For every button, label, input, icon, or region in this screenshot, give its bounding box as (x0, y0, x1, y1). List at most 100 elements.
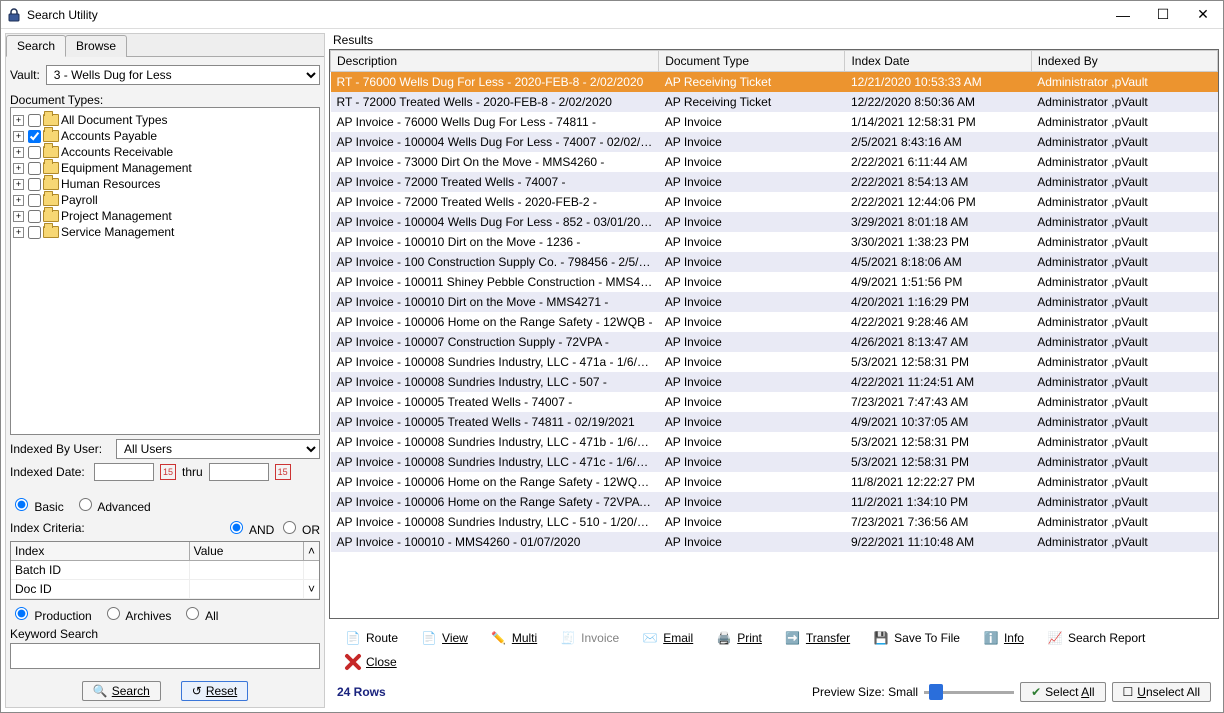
tab-search[interactable]: Search (6, 35, 66, 57)
save-to-file-button[interactable]: 💾 Save To File (863, 626, 969, 650)
table-row[interactable]: AP Invoice - 100004 Wells Dug For Less -… (331, 212, 1218, 232)
table-row[interactable]: AP Invoice - 100 Construction Supply Co.… (331, 252, 1218, 272)
expand-icon[interactable]: + (13, 179, 24, 190)
cell-indexedby: Administrator ,pVault (1031, 272, 1217, 292)
calendar-icon[interactable]: 15 (275, 464, 291, 480)
col-indexed-by[interactable]: Indexed By (1031, 51, 1217, 72)
expand-icon[interactable]: + (13, 163, 24, 174)
criteria-row[interactable]: Batch ID (11, 561, 319, 580)
expand-icon[interactable]: + (13, 131, 24, 142)
vault-select[interactable]: 3 - Wells Dug for Less (46, 65, 320, 85)
col-document-type[interactable]: Document Type (659, 51, 845, 72)
window-close[interactable]: ✕ (1183, 2, 1223, 28)
criteria-row[interactable]: Doc ID˅ (11, 580, 319, 599)
table-row[interactable]: RT - 72000 Treated Wells - 2020-FEB-8 - … (331, 92, 1218, 112)
search-report-button[interactable]: 📈 Search Report (1037, 626, 1154, 650)
radio-and[interactable]: AND (225, 523, 274, 537)
criteria-header-value: Value (190, 542, 303, 560)
tree-checkbox[interactable] (28, 226, 41, 239)
preview-size-slider[interactable] (924, 691, 1014, 694)
reset-button[interactable]: ↺ Reset (181, 681, 248, 701)
view-button[interactable]: 📄 View (411, 626, 477, 650)
table-row[interactable]: AP Invoice - 100010 Dirt on the Move - M… (331, 292, 1218, 312)
tree-item[interactable]: +Payroll (13, 192, 317, 208)
index-criteria-grid[interactable]: Index Value ˄ Batch IDDoc ID˅ (10, 541, 320, 600)
indexed-date-from[interactable] (94, 463, 154, 481)
expand-icon[interactable]: + (13, 195, 24, 206)
indexed-by-user-select[interactable]: All Users (116, 439, 320, 459)
tree-item[interactable]: +Human Resources (13, 176, 317, 192)
invoice-button[interactable]: 🧾 Invoice (550, 626, 628, 650)
table-row[interactable]: AP Invoice - 72000 Treated Wells - 2020-… (331, 192, 1218, 212)
tree-checkbox[interactable] (28, 210, 41, 223)
table-row[interactable]: AP Invoice - 100006 Home on the Range Sa… (331, 492, 1218, 512)
tree-item[interactable]: +Accounts Payable (13, 128, 317, 144)
transfer-button[interactable]: ➡️ Transfer (775, 626, 859, 650)
table-row[interactable]: AP Invoice - 100007 Construction Supply … (331, 332, 1218, 352)
table-row[interactable]: AP Invoice - 73000 Dirt On the Move - MM… (331, 152, 1218, 172)
multi-button[interactable]: ✏️ Multi (481, 626, 546, 650)
chevron-down-icon[interactable]: ˅ (303, 580, 319, 598)
tree-item[interactable]: +Accounts Receivable (13, 144, 317, 160)
col-index-date[interactable]: Index Date (845, 51, 1031, 72)
chevron-up-icon[interactable]: ˄ (303, 542, 319, 560)
expand-icon[interactable]: + (13, 147, 24, 158)
search-button[interactable]: 🔍 Search (82, 681, 161, 701)
route-button[interactable]: 📄 Route (335, 626, 407, 650)
radio-all[interactable]: All (181, 604, 218, 623)
radio-or[interactable]: OR (278, 523, 320, 537)
table-row[interactable]: AP Invoice - 100004 Wells Dug For Less -… (331, 132, 1218, 152)
tree-checkbox[interactable] (28, 194, 41, 207)
tree-item[interactable]: +Equipment Management (13, 160, 317, 176)
table-row[interactable]: AP Invoice - 100006 Home on the Range Sa… (331, 312, 1218, 332)
radio-production[interactable]: Production (10, 604, 92, 623)
info-button[interactable]: ℹ️ Info (973, 626, 1033, 650)
window-minimize[interactable]: — (1103, 2, 1143, 28)
indexed-date-to[interactable] (209, 463, 269, 481)
table-row[interactable]: AP Invoice - 100008 Sundries Industry, L… (331, 512, 1218, 532)
tree-checkbox[interactable] (28, 146, 41, 159)
expand-icon[interactable]: + (13, 211, 24, 222)
window-maximize[interactable]: ☐ (1143, 2, 1183, 28)
table-row[interactable]: AP Invoice - 76000 Wells Dug For Less - … (331, 112, 1218, 132)
tree-checkbox[interactable] (28, 162, 41, 175)
tree-checkbox[interactable] (28, 178, 41, 191)
close-button[interactable]: Close (335, 650, 406, 674)
expand-icon[interactable]: + (13, 227, 24, 238)
radio-basic[interactable]: Basic (10, 495, 64, 514)
table-row[interactable]: AP Invoice - 100005 Treated Wells - 7481… (331, 412, 1218, 432)
col-description[interactable]: Description (331, 51, 659, 72)
table-row[interactable]: AP Invoice - 100006 Home on the Range Sa… (331, 472, 1218, 492)
tree-item[interactable]: +All Document Types (13, 112, 317, 128)
tree-checkbox[interactable] (28, 130, 41, 143)
calendar-icon[interactable]: 15 (160, 464, 176, 480)
radio-archives[interactable]: Archives (102, 604, 172, 623)
table-row[interactable]: AP Invoice - 100008 Sundries Industry, L… (331, 372, 1218, 392)
table-row[interactable]: RT - 76000 Wells Dug For Less - 2020-FEB… (331, 72, 1218, 93)
select-all-button[interactable]: ✔ Select All (1020, 682, 1105, 702)
table-row[interactable]: AP Invoice - 100011 Shiney Pebble Constr… (331, 272, 1218, 292)
unselect-all-button[interactable]: ☐ Unselect All (1112, 682, 1211, 702)
table-row[interactable]: AP Invoice - 100010 Dirt on the Move - 1… (331, 232, 1218, 252)
table-row[interactable]: AP Invoice - 100008 Sundries Industry, L… (331, 352, 1218, 372)
tab-browse[interactable]: Browse (65, 35, 127, 57)
transfer-icon: ➡️ (784, 629, 802, 647)
tree-checkbox[interactable] (28, 114, 41, 127)
cell-indexdate: 2/5/2021 8:43:16 AM (845, 132, 1031, 152)
table-row[interactable]: AP Invoice - 100010 - MMS4260 - 01/07/20… (331, 532, 1218, 552)
table-row[interactable]: AP Invoice - 72000 Treated Wells - 74007… (331, 172, 1218, 192)
tree-item[interactable]: +Project Management (13, 208, 317, 224)
email-button[interactable]: ✉️ Email (632, 626, 702, 650)
print-button[interactable]: 🖨️ Print (706, 626, 771, 650)
keyword-search-input[interactable] (10, 643, 320, 669)
table-row[interactable]: AP Invoice - 100005 Treated Wells - 7400… (331, 392, 1218, 412)
expand-icon[interactable]: + (13, 115, 24, 126)
table-row[interactable]: AP Invoice - 100008 Sundries Industry, L… (331, 432, 1218, 452)
cell-indexdate: 5/3/2021 12:58:31 PM (845, 432, 1031, 452)
tree-item[interactable]: +Service Management (13, 224, 317, 240)
document-types-tree[interactable]: +All Document Types+Accounts Payable+Acc… (10, 107, 320, 435)
cell-description: AP Invoice - 100005 Treated Wells - 7400… (331, 392, 659, 412)
radio-advanced[interactable]: Advanced (74, 495, 151, 514)
table-row[interactable]: AP Invoice - 100008 Sundries Industry, L… (331, 452, 1218, 472)
chevron-down-icon[interactable] (303, 561, 319, 579)
